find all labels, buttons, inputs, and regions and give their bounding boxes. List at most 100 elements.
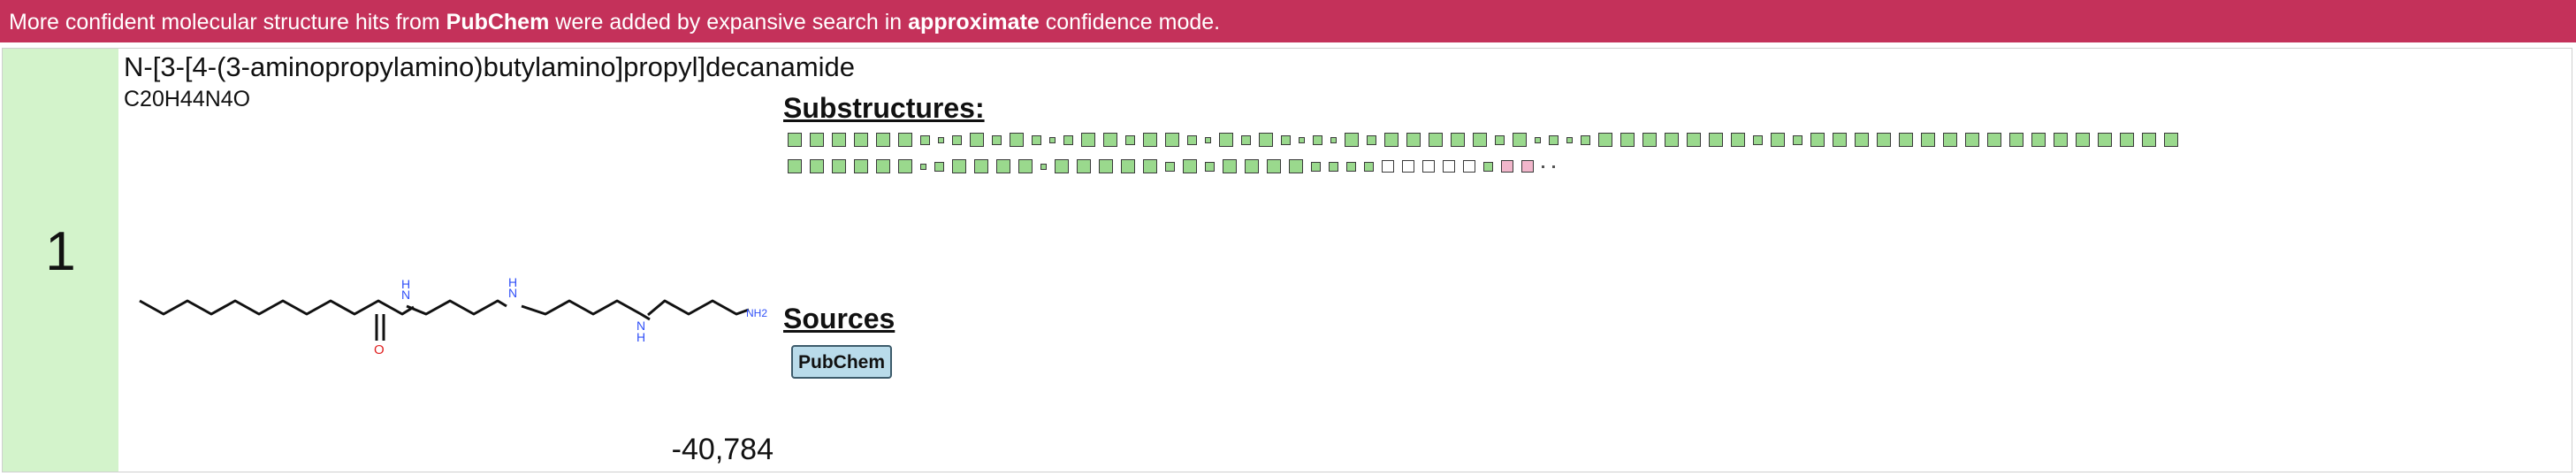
substructure-square[interactable] [952,159,966,173]
substructure-square[interactable] [1010,133,1024,147]
substructure-square[interactable] [1099,159,1113,173]
substructure-square[interactable] [1205,136,1211,143]
substructure-square[interactable] [1921,133,1935,147]
substructure-square[interactable] [1241,134,1251,145]
substructure-square[interactable] [952,134,962,145]
substructure-square[interactable] [2142,133,2156,147]
substructure-square[interactable] [854,159,868,173]
substructure-square[interactable] [938,136,944,143]
substructure-square[interactable] [810,159,824,173]
substructure-square[interactable] [920,163,926,170]
substructure-square[interactable] [1205,161,1215,172]
substructure-square[interactable] [1542,165,1544,168]
substructure-square[interactable] [1731,133,1745,147]
substructure-square[interactable] [1552,165,1555,168]
substructure-square[interactable] [1495,134,1505,145]
substructure-square[interactable] [1771,133,1785,147]
substructure-square[interactable] [1965,133,1979,147]
substructure-square[interactable] [970,133,984,147]
substructure-square[interactable] [832,133,846,147]
substructure-square[interactable] [1219,133,1233,147]
substructure-square[interactable] [1402,160,1414,173]
substructure-square[interactable] [1077,159,1091,173]
substructure-square[interactable] [1422,160,1435,173]
substructure-square[interactable] [1877,133,1891,147]
substructure-square[interactable] [1259,133,1273,147]
substructure-square[interactable] [1620,133,1635,147]
substructure-square[interactable] [788,159,802,173]
substructure-square[interactable] [1382,160,1394,173]
substructure-square[interactable] [920,134,930,145]
substructure-square[interactable] [2031,133,2046,147]
substructure-square[interactable] [1581,134,1590,145]
substructure-square[interactable] [1165,161,1175,172]
substructure-square[interactable] [1345,133,1359,147]
substructure-square[interactable] [1313,134,1322,145]
substructure-square[interactable] [1049,136,1056,143]
substructure-square[interactable] [1501,160,1513,173]
substructure-square[interactable] [1521,160,1534,173]
substructure-square[interactable] [1598,133,1612,147]
substructure-square[interactable] [832,159,846,173]
substructure-square[interactable] [810,133,824,147]
substructure-square[interactable] [1143,159,1157,173]
substructure-square[interactable] [2098,133,2112,147]
substructure-square[interactable] [1040,163,1047,170]
substructure-square[interactable] [898,133,912,147]
substructure-square[interactable] [2120,133,2134,147]
substructure-square[interactable] [1855,133,1869,147]
substructure-square[interactable] [1483,161,1493,172]
substructure-square[interactable] [1018,159,1033,173]
substructure-square[interactable] [1143,133,1157,147]
substructure-square[interactable] [1463,160,1475,173]
substructure-square[interactable] [2164,133,2178,147]
substructure-square[interactable] [1187,134,1197,145]
substructure-square[interactable] [1473,133,1487,147]
substructure-square[interactable] [1165,133,1179,147]
substructure-square[interactable] [1330,136,1337,143]
substructure-square[interactable] [1451,133,1465,147]
substructure-square[interactable] [1443,160,1455,173]
substructure-square[interactable] [1810,133,1825,147]
source-button-pubchem[interactable]: PubChem [791,345,893,379]
substructure-square[interactable] [1793,134,1802,145]
substructure-square[interactable] [898,159,912,173]
substructure-square[interactable] [1063,134,1073,145]
substructure-square[interactable] [1281,134,1291,145]
substructure-square[interactable] [1753,134,1763,145]
substructure-square[interactable] [876,133,890,147]
substructure-square[interactable] [788,133,802,147]
substructure-square[interactable] [996,159,1010,173]
substructure-square[interactable] [1245,159,1259,173]
substructure-square[interactable] [1406,133,1421,147]
substructure-square[interactable] [1429,133,1443,147]
substructure-square[interactable] [1299,136,1305,143]
substructure-square[interactable] [1384,133,1399,147]
substructure-square[interactable] [1223,159,1237,173]
substructure-square[interactable] [876,159,890,173]
substructure-square[interactable] [1081,133,1095,147]
substructure-square[interactable] [992,134,1002,145]
substructure-square[interactable] [1665,133,1679,147]
substructure-square[interactable] [1267,159,1281,173]
substructure-square[interactable] [1346,161,1356,172]
substructure-square[interactable] [1329,161,1338,172]
substructure-square[interactable] [2009,133,2023,147]
substructure-square[interactable] [1833,133,1847,147]
substructure-square[interactable] [1987,133,2001,147]
substructure-square[interactable] [1899,133,1913,147]
substructure-square[interactable] [1311,161,1321,172]
substructure-square[interactable] [1513,133,1527,147]
substructure-square[interactable] [1367,134,1376,145]
substructure-square[interactable] [1709,133,1723,147]
substructure-square[interactable] [1183,159,1197,173]
substructure-square[interactable] [854,133,868,147]
substructure-square[interactable] [2054,133,2068,147]
substructure-square[interactable] [974,159,988,173]
substructure-square[interactable] [1943,133,1957,147]
substructure-square[interactable] [1289,159,1303,173]
substructure-square[interactable] [1687,133,1701,147]
substructure-square[interactable] [1055,159,1069,173]
substructure-square[interactable] [1121,159,1135,173]
substructure-square[interactable] [1364,161,1374,172]
